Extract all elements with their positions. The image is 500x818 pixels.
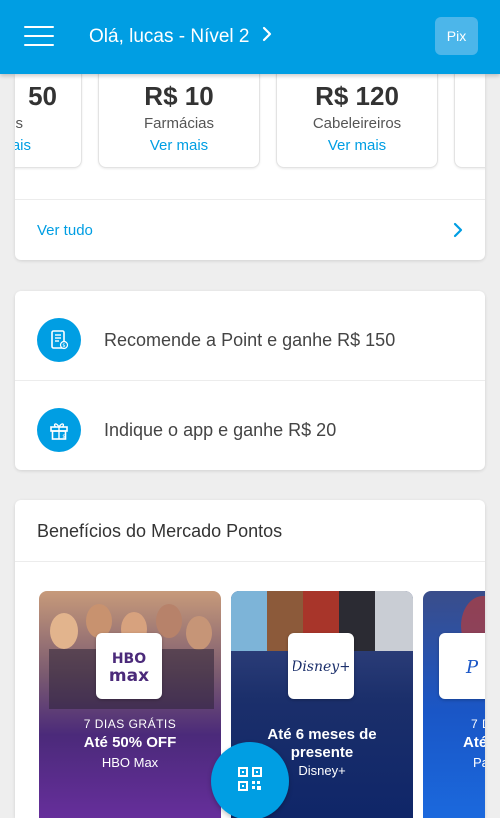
svg-text:P: P — [465, 657, 479, 678]
discount-amount: R$ 10 — [144, 81, 214, 111]
greeting-text: Olá, lucas - Nível 2 — [89, 26, 250, 47]
svg-text:$: $ — [62, 434, 65, 440]
pix-button[interactable]: Pix — [435, 17, 478, 55]
qr-code-icon — [237, 766, 263, 797]
referral-card: $ Recomende a Point e ganhe R$ 150 $ Ind… — [15, 291, 485, 470]
see-all-row[interactable]: Ver tudo — [15, 199, 485, 260]
discount-category: Cabeleireiros — [312, 115, 402, 132]
discount-category: Farmácias — [143, 115, 214, 132]
chevron-right-icon — [262, 24, 272, 50]
svg-text:HBO: HBO — [112, 651, 146, 667]
promo-subtitle: 7 DIA — [471, 717, 485, 731]
qr-scan-button[interactable] — [211, 742, 289, 818]
promo-subtitle: 7 DIAS GRÁTIS — [83, 717, 177, 731]
chevron-right-icon — [453, 222, 463, 243]
partner-logo: P — [439, 633, 485, 699]
point-device-icon: $ — [37, 318, 81, 362]
discount-carousel[interactable]: 50 res mais R$ 10 Farmácias Ver mais R$ … — [15, 74, 485, 169]
discount-tile[interactable]: R$ 10 Farmácias Ver mais — [98, 74, 260, 168]
discount-tile[interactable]: R$ 120 Cabeleireiros Ver mais — [276, 74, 438, 168]
svg-text:$: $ — [62, 343, 65, 349]
discount-more-link[interactable]: Ver mais — [99, 137, 259, 155]
divider — [15, 561, 485, 562]
promo-artwork — [423, 591, 485, 818]
referral-text: Indique o app e ganhe R$ 20 — [104, 420, 337, 440]
discount-amount: R$ 120 — [315, 81, 399, 111]
disney-plus-logo: Disney+ — [288, 633, 354, 699]
svg-text:max: max — [109, 666, 149, 686]
discounts-card: 50 res mais R$ 10 Farmácias Ver mais R$ … — [15, 74, 485, 260]
user-level-link[interactable]: Olá, lucas - Nível 2 — [89, 24, 272, 50]
hbo-max-logo: HBO max — [96, 633, 162, 699]
discount-amount: 50 — [28, 81, 57, 111]
discount-tile[interactable]: 50 res mais — [15, 74, 82, 168]
referral-text: Recomende a Point e ganhe R$ 150 — [104, 330, 396, 350]
discount-more-link[interactable]: mais — [15, 137, 81, 155]
promo-card-hbo-max[interactable]: HBO max 7 DIAS GRÁTIS Até 50% OFF HBO Ma… — [39, 591, 221, 818]
referral-row-point[interactable]: $ Recomende a Point e ganhe R$ 150 — [15, 291, 485, 380]
discount-category: res — [15, 115, 23, 132]
discount-more-link[interactable]: Ver mais — [277, 137, 437, 155]
discount-tile[interactable]: R — [454, 74, 485, 168]
benefits-title: Benefícios do Mercado Pontos — [37, 521, 283, 541]
referral-row-app[interactable]: $ Indique o app e ganhe R$ 20 — [15, 380, 485, 469]
top-app-bar: Olá, lucas - Nível 2 Pix — [0, 0, 500, 74]
gift-icon: $ — [37, 408, 81, 452]
promo-headline: Até 4 — [463, 734, 485, 751]
promo-artwork — [39, 591, 221, 818]
hamburger-menu-icon[interactable] — [24, 24, 54, 48]
promo-card-partial[interactable]: P 7 DIA Até 4 Para — [423, 591, 485, 818]
svg-text:Disney+: Disney+ — [293, 659, 349, 675]
promo-brand: HBO Max — [101, 755, 159, 770]
promo-brand: Para — [473, 755, 485, 770]
see-all-link[interactable]: Ver tudo — [37, 222, 93, 239]
discount-amount: R — [455, 81, 485, 111]
promo-headline: Até 50% OFF — [83, 734, 177, 751]
pix-label: Pix — [446, 28, 467, 44]
